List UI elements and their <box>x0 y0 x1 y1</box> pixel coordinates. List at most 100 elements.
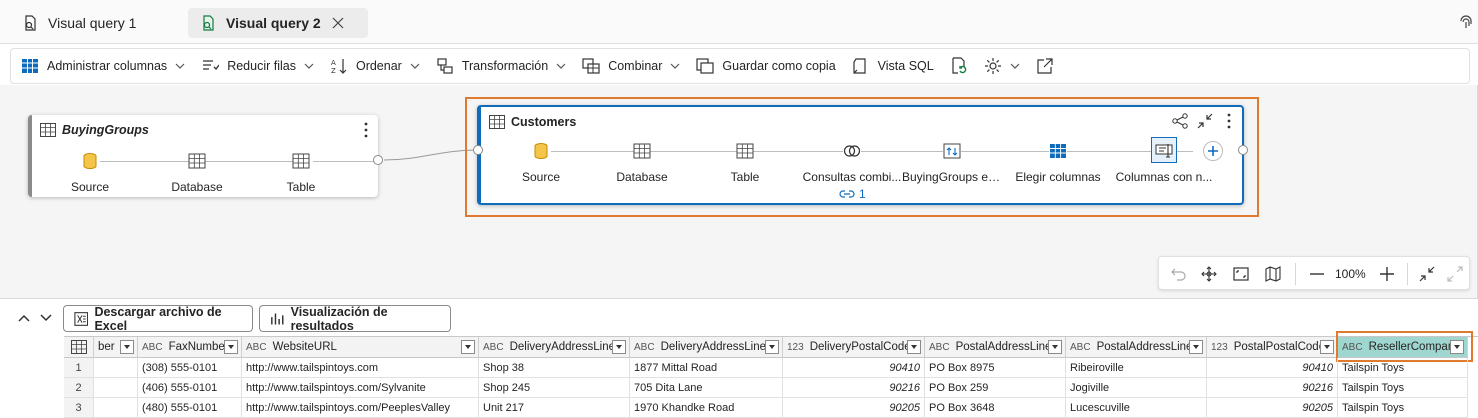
column-header-postalpostalcode[interactable]: 123 PostalPostalCode <box>1207 337 1338 358</box>
grid-cell[interactable]: 1970 Khandke Road <box>630 398 783 418</box>
grid-cell[interactable]: 90205 <box>1207 398 1338 418</box>
column-dropdown[interactable] <box>907 340 921 354</box>
open-external-button[interactable] <box>1036 52 1054 80</box>
column-header-postaladdressline2[interactable]: ABC PostalAddressLine2 <box>1066 337 1207 358</box>
grid-cell[interactable]: Tailspin Toys <box>1338 378 1468 398</box>
linked-queries-badge[interactable]: 1 <box>839 187 866 201</box>
grid-cell[interactable]: PO Box 3648 <box>925 398 1066 418</box>
zoom-out-icon[interactable] <box>1309 266 1325 282</box>
collapse-icon[interactable] <box>1197 113 1213 129</box>
grid-cell[interactable]: 705 Dita Lane <box>630 378 783 398</box>
sort-button[interactable]: AZ Ordenar <box>330 52 420 80</box>
add-step-button[interactable] <box>1203 141 1223 161</box>
copy-icon <box>696 58 714 74</box>
reduce-rows-button[interactable]: Reducir filas <box>201 52 314 80</box>
input-port[interactable] <box>473 145 483 155</box>
column-header-deliveryaddressline1[interactable]: ABC DeliveryAddressLine1 <box>479 337 630 358</box>
column-dropdown[interactable] <box>1048 340 1062 354</box>
pan-icon[interactable] <box>1201 266 1217 282</box>
transform-button[interactable]: Transformación <box>436 52 566 80</box>
grid-cell[interactable]: Tailspin Toys <box>1338 398 1468 418</box>
grid-cell[interactable]: 1877 Mittal Road <box>630 358 783 378</box>
expand-icon[interactable] <box>1447 266 1463 282</box>
column-name: ber <box>98 341 115 353</box>
column-header-faxnumber[interactable]: ABC FaxNumber <box>138 337 242 358</box>
grid-cell[interactable]: 90410 <box>783 358 925 378</box>
grid-cell[interactable]: Shop 245 <box>479 378 630 398</box>
column-header-websiteurl[interactable]: ABC WebsiteURL <box>242 337 479 358</box>
tab-visual-query-2[interactable]: Visual query 2 <box>188 8 368 38</box>
zoom-in-icon[interactable] <box>1379 266 1395 282</box>
grid-cell[interactable] <box>94 358 138 378</box>
expand-column-icon <box>943 143 961 159</box>
column-header-ber[interactable]: ber <box>94 337 138 358</box>
more-options-icon[interactable] <box>1227 113 1231 129</box>
refresh-button[interactable] <box>950 52 968 80</box>
visualize-results-button[interactable]: Visualización de resultados <box>259 305 451 333</box>
combine-button[interactable]: Combinar <box>582 52 680 80</box>
output-port[interactable] <box>373 155 383 165</box>
select-all-cell[interactable] <box>64 337 94 358</box>
grid-cell[interactable]: (406) 555-0101 <box>138 378 242 398</box>
query-card-customers[interactable]: Customers Source Database Table Consulta… <box>477 105 1244 205</box>
chevron-down-icon[interactable] <box>40 313 52 323</box>
grid-cell[interactable]: (480) 555-0101 <box>138 398 242 418</box>
collapse-icon[interactable] <box>1419 266 1435 282</box>
output-port[interactable] <box>1238 145 1248 155</box>
column-header-postaladdressline1[interactable]: ABC PostalAddressLine1 <box>925 337 1066 358</box>
save-as-copy-button[interactable]: Guardar como copia <box>696 52 836 80</box>
step-link <box>649 151 737 152</box>
link-icon <box>839 190 855 198</box>
map-icon[interactable] <box>1265 266 1281 282</box>
text-type-icon: ABC <box>142 341 163 353</box>
grid-cell[interactable]: PO Box 8975 <box>925 358 1066 378</box>
column-dropdown[interactable] <box>461 340 475 354</box>
grid-cell[interactable]: 90216 <box>783 378 925 398</box>
grid-cell[interactable]: http://www.tailspintoys.com <box>242 358 479 378</box>
settings-button[interactable] <box>984 52 1020 80</box>
text-type-icon: ABC <box>1070 341 1091 353</box>
refresh-document-icon <box>952 57 966 74</box>
column-dropdown[interactable] <box>1189 340 1203 354</box>
column-dropdown[interactable] <box>224 340 238 354</box>
grid-cell[interactable]: Tailspin Toys <box>1338 358 1468 378</box>
download-excel-button[interactable]: Descargar archivo de Excel <box>63 305 253 333</box>
grid-cell[interactable]: Shop 38 <box>479 358 630 378</box>
grid-cell[interactable] <box>94 398 138 418</box>
grid-cell[interactable]: 90410 <box>1207 358 1338 378</box>
sql-view-label: Vista SQL <box>877 59 934 73</box>
rename-column-icon <box>1155 144 1173 158</box>
more-options-icon[interactable] <box>364 122 368 138</box>
diagram-canvas: BuyingGroups Source Database Table Custo… <box>0 85 1478 298</box>
grid-cell[interactable]: Jogiville <box>1066 378 1207 398</box>
chevron-up-icon[interactable] <box>18 313 30 323</box>
close-icon[interactable] <box>332 17 344 29</box>
column-header-deliverypostalcode[interactable]: 123 DeliveryPostalCode <box>783 337 925 358</box>
column-dropdown[interactable] <box>1320 340 1334 354</box>
column-name: WebsiteURL <box>272 341 337 353</box>
step-link <box>1175 151 1193 152</box>
column-header-deliveryaddressline2[interactable]: ABC DeliveryAddressLine2 <box>630 337 783 358</box>
grid-cell[interactable]: PO Box 259 <box>925 378 1066 398</box>
share-icon[interactable] <box>1171 113 1189 129</box>
grid-cell[interactable] <box>94 378 138 398</box>
sql-view-button[interactable]: Vista SQL <box>852 52 934 80</box>
manage-columns-button[interactable]: Administrar columnas <box>21 52 185 80</box>
grid-cell[interactable]: http://www.tailspintoys.com/Sylvanite <box>242 378 479 398</box>
grid-cell[interactable]: 90205 <box>783 398 925 418</box>
grid-cell[interactable]: (308) 555-0101 <box>138 358 242 378</box>
tab-visual-query-1[interactable]: Visual query 1 <box>10 8 148 38</box>
column-dropdown[interactable] <box>612 340 626 354</box>
grid-cell[interactable]: 90216 <box>1207 378 1338 398</box>
column-dropdown[interactable] <box>120 340 134 354</box>
grid-cell[interactable]: Lucescuville <box>1066 398 1207 418</box>
grid-cell[interactable]: Unit 217 <box>479 398 630 418</box>
undo-icon[interactable] <box>1171 266 1187 282</box>
fit-to-screen-icon[interactable] <box>1233 266 1249 282</box>
sort-label: Ordenar <box>355 59 402 73</box>
column-dropdown[interactable] <box>765 340 779 354</box>
fingerprint-icon[interactable] <box>1458 15 1474 31</box>
grid-cell[interactable]: http://www.tailspintoys.com/PeeplesValle… <box>242 398 479 418</box>
query-card-buyinggroups[interactable]: BuyingGroups Source Database Table <box>28 115 378 197</box>
grid-cell[interactable]: Ribeiroville <box>1066 358 1207 378</box>
